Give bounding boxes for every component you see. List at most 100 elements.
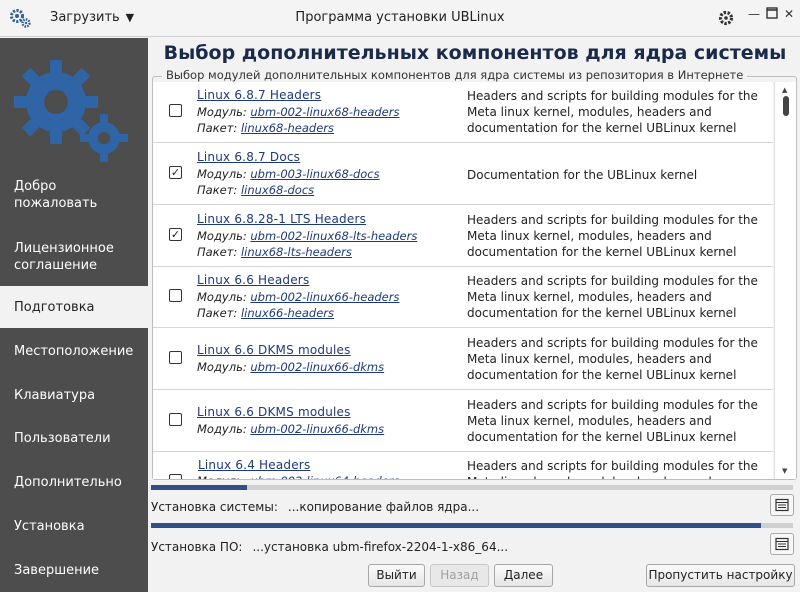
component-checkbox[interactable]: ✓: [169, 228, 182, 241]
chevron-down-icon: ▼: [125, 11, 135, 24]
module-label: Модуль:: [197, 474, 247, 479]
sidebar-item-label: Местоположение: [14, 343, 134, 359]
back-button[interactable]: Назад: [430, 564, 489, 587]
scrollbar-thumb[interactable]: [783, 96, 789, 116]
sidebar-item-label: Дополнительно: [14, 474, 122, 490]
system-install-label: Установка системы:: [151, 500, 278, 514]
component-module-link[interactable]: ubm-002-linux66-dkms: [250, 360, 384, 374]
page-title: Выбор дополнительных компонентов для ядр…: [163, 42, 787, 64]
component-package-line: Пакет: linux68-lts-headers: [197, 245, 352, 259]
sidebar-item-preparation[interactable]: Подготовка: [0, 286, 148, 328]
list-item[interactable]: Linux 6.6 DKMS modules Модуль: ubm-002-l…: [153, 391, 773, 452]
software-progress-fill: [151, 523, 761, 528]
component-title-link[interactable]: Linux 6.8.7 Headers: [197, 88, 321, 102]
system-progress-label: Установка системы: ...копирование файлов …: [151, 500, 479, 514]
package-label: Пакет:: [197, 121, 238, 135]
component-package-link[interactable]: linux68-docs: [241, 183, 314, 197]
sidebar-item-users[interactable]: Пользователи: [0, 417, 148, 459]
close-icon[interactable]: ✕: [782, 7, 796, 21]
software-log-button[interactable]: [770, 533, 794, 555]
load-menu-button[interactable]: Загрузить ▼: [50, 10, 134, 25]
component-module-link[interactable]: ubm-002-linux66-headers: [250, 290, 399, 304]
component-title-link[interactable]: Linux 6.6 DKMS modules: [197, 405, 351, 419]
list-item[interactable]: Linux 6.6 DKMS modules Модуль: ubm-002-l…: [153, 329, 773, 390]
system-progress-fill: [151, 485, 248, 490]
component-checkbox[interactable]: [169, 289, 182, 302]
title-bar: Загрузить ▼ Программа установки UBLinux …: [0, 0, 800, 37]
component-package-line: Пакет: linux68-docs: [197, 183, 314, 197]
component-checkbox[interactable]: ✓: [169, 166, 182, 179]
component-module-line: Модуль: ubm-002-linux68-headers: [197, 105, 399, 119]
scroll-up-icon[interactable]: ▲: [782, 86, 787, 94]
sidebar-item-label: Подготовка: [14, 299, 95, 315]
module-label: Модуль:: [197, 360, 247, 374]
sidebar-item-keyboard[interactable]: Клавиатура: [0, 374, 148, 416]
component-title-link[interactable]: Linux 6.8.7 Docs: [197, 150, 300, 164]
component-module-line: Модуль: ubm-002-linux66-dkms: [197, 360, 384, 374]
component-title-link[interactable]: Linux 6.4 Headers: [198, 458, 310, 472]
sidebar-item-advanced[interactable]: Дополнительно: [0, 461, 148, 503]
component-module-link[interactable]: ubm-002-linux68-lts-headers: [250, 229, 417, 243]
component-package-link[interactable]: linux68-lts-headers: [241, 245, 352, 259]
sidebar-item-installation[interactable]: Установка: [0, 505, 148, 547]
component-module-link[interactable]: ubm-002-linux66-dkms: [250, 422, 384, 436]
component-checkbox[interactable]: [169, 104, 182, 117]
component-module-link[interactable]: ubm-002-linux64-headers: [250, 474, 399, 479]
list-item[interactable]: Linux 6.6 Headers Модуль: ubm-002-linux6…: [153, 267, 773, 328]
sidebar-item-label: Завершение: [14, 562, 100, 578]
list-scrollbar[interactable]: ▲ ▼: [774, 82, 796, 479]
system-log-button[interactable]: [770, 494, 794, 516]
component-description: Headers and scripts for building modules…: [467, 89, 758, 135]
sidebar-item-label: Лицензионное соглашение: [14, 240, 114, 273]
component-package-line: Пакет: linux66-headers: [197, 306, 334, 320]
list-item[interactable]: ✓ Linux 6.8.7 Docs Модуль: ubm-003-linux…: [153, 144, 773, 205]
component-package-link[interactable]: linux68-headers: [241, 121, 334, 135]
component-package-link[interactable]: linux66-headers: [241, 306, 334, 320]
component-checkbox[interactable]: [169, 474, 182, 479]
sidebar-item-location[interactable]: Местоположение: [0, 330, 148, 372]
component-title-link[interactable]: Linux 6.6 DKMS modules: [197, 343, 351, 357]
maximize-icon[interactable]: [765, 7, 779, 21]
load-menu-label: Загрузить: [50, 10, 120, 25]
gear-icon[interactable]: [717, 9, 735, 27]
list-item[interactable]: Linux 6.8.7 Headers Модуль: ubm-002-linu…: [153, 82, 773, 143]
sidebar-item-welcome[interactable]: Добро пожаловать: [0, 168, 148, 221]
component-module-line: Модуль: ubm-002-linux68-lts-headers: [197, 229, 417, 243]
system-install-status: ...копирование файлов ядра...: [287, 500, 480, 514]
package-label: Пакет:: [197, 245, 238, 259]
package-label: Пакет:: [197, 183, 238, 197]
next-button[interactable]: Далее: [494, 564, 553, 587]
component-title-link[interactable]: Linux 6.6 Headers: [197, 273, 309, 287]
components-list[interactable]: Linux 6.8.7 Headers Модуль: ubm-002-linu…: [153, 82, 773, 479]
components-group-label: Выбор модулей дополнительных компонентов…: [162, 68, 748, 82]
minimize-icon[interactable]: —: [747, 7, 761, 21]
sidebar-item-label: Пользователи: [14, 430, 111, 446]
list-item[interactable]: ✓ Linux 6.8.28-1 LTS Headers Модуль: ubm…: [153, 206, 773, 267]
software-install-status: ...установка ubm-firefox-2204-1-x86_64..…: [252, 540, 509, 554]
skip-setup-button[interactable]: Пропустить настройку: [646, 564, 795, 587]
module-label: Модуль:: [197, 167, 247, 181]
module-label: Модуль:: [197, 422, 247, 436]
component-checkbox[interactable]: [169, 413, 182, 426]
module-label: Модуль:: [197, 229, 247, 243]
log-icon: [775, 498, 789, 512]
component-module-link[interactable]: ubm-002-linux68-headers: [250, 105, 399, 119]
module-label: Модуль:: [197, 105, 247, 119]
component-module-line: Модуль: ubm-003-linux68-docs: [197, 167, 380, 181]
sidebar-item-label: Добро пожаловать: [14, 178, 98, 211]
sidebar: Добро пожаловать Лицензионное соглашение…: [0, 38, 148, 592]
sidebar-item-finish[interactable]: Завершение: [0, 549, 148, 591]
component-description: Headers and scripts for building modules…: [467, 274, 758, 320]
scroll-down-icon[interactable]: ▼: [782, 467, 787, 475]
component-module-line: Модуль: ubm-002-linux66-headers: [197, 290, 399, 304]
list-item[interactable]: Linux 6.4 Headers Модуль: ubm-002-linux6…: [153, 452, 773, 479]
sidebar-item-label: Установка: [14, 518, 85, 534]
gears-logo-icon: [14, 60, 128, 162]
sidebar-item-license[interactable]: Лицензионное соглашение: [0, 230, 148, 283]
component-checkbox[interactable]: [169, 351, 182, 364]
component-module-link[interactable]: ubm-003-linux68-docs: [250, 167, 379, 181]
exit-button[interactable]: Выйти: [368, 564, 425, 587]
system-progress-bar: [151, 485, 793, 490]
component-title-link[interactable]: Linux 6.8.28-1 LTS Headers: [197, 212, 366, 226]
software-progress-label: Установка ПО: ...установка ubm-firefox-22…: [151, 540, 508, 554]
